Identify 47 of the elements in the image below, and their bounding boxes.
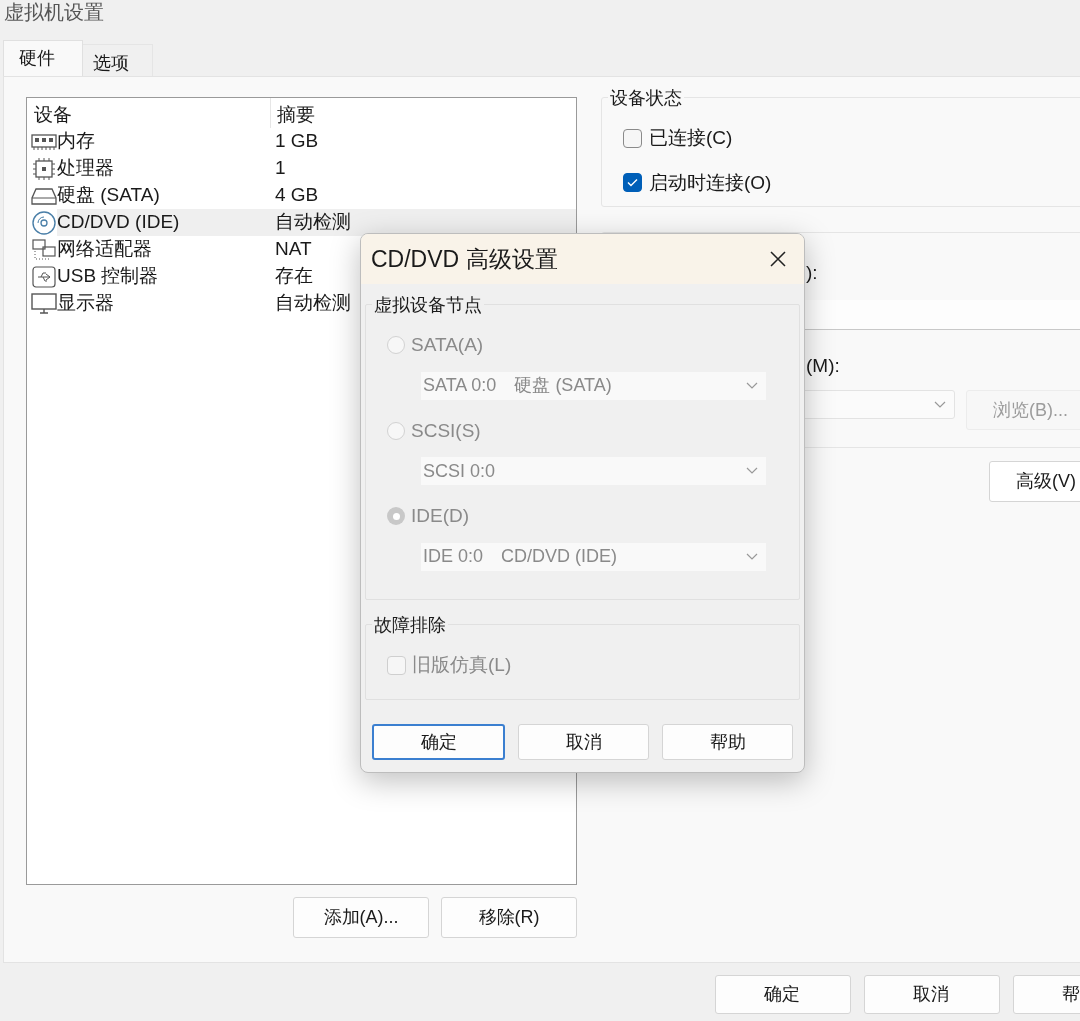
checkbox-label: 旧版仿真(L) [412, 653, 512, 677]
chevron-down-icon [934, 400, 946, 409]
list-row[interactable]: 内存 1 GB [57, 128, 576, 155]
checkbox-label: 启动时连接(O) [649, 170, 772, 195]
list-row[interactable]: 硬盘 (SATA) 4 GB [57, 182, 576, 209]
dialog-button[interactable]: 添加(A)... [293, 897, 429, 938]
advanced-button[interactable]: 高级(V) [989, 461, 1080, 502]
node-text: IDE 0:0 [423, 545, 484, 568]
node-text: SATA 0:0 [423, 374, 497, 397]
checkbox-label: 已连接(C) [649, 126, 733, 150]
column-header[interactable]: 设备 [27, 98, 271, 128]
dialog-button[interactable]: 移除(R) [441, 897, 577, 938]
disc-icon [31, 210, 57, 235]
network-icon [31, 238, 57, 261]
chevron-down-icon [746, 552, 758, 561]
usb-icon [31, 264, 57, 289]
node-text: SCSI 0:0 [423, 459, 496, 483]
list-row[interactable]: 处理器 1 [57, 155, 576, 182]
list-row[interactable]: CD/DVD (IDE) 自动检测 [57, 209, 576, 236]
radio-label: SATA(A) [411, 333, 484, 357]
dialog-button[interactable]: 取消 [518, 724, 649, 760]
chevron-down-icon [746, 381, 758, 390]
tab[interactable]: 选项 [83, 44, 153, 76]
drive-icon [31, 186, 57, 205]
dialog-button[interactable]: 帮 [1013, 975, 1080, 1014]
field-label: (M): [806, 353, 840, 378]
tab[interactable]: 硬件 [3, 40, 83, 76]
dialog-button[interactable]: 帮助 [662, 724, 793, 760]
chevron-down-icon [746, 467, 758, 475]
radio-label: IDE(D) [411, 504, 470, 528]
monitor-icon [31, 292, 57, 315]
check-icon [627, 178, 638, 188]
device-text: 硬盘 (SATA) [514, 374, 612, 397]
field-label: ): [806, 261, 818, 285]
dialog-button[interactable]: 确定 [372, 724, 505, 760]
checkbox[interactable] [623, 128, 642, 148]
radio-label: SCSI(S) [411, 418, 481, 443]
window-title: 虚拟机设置 [4, 0, 104, 24]
dialog-button[interactable]: 确定 [715, 975, 851, 1014]
checkbox[interactable] [623, 173, 642, 193]
close-icon[interactable] [770, 251, 786, 267]
dialog-title: CD/DVD 高级设置 [371, 244, 558, 274]
dialog-button[interactable]: 取消 [864, 975, 1000, 1014]
device-text: CD/DVD (IDE) [501, 545, 618, 568]
chip-icon [31, 157, 57, 180]
memory-icon [31, 132, 57, 151]
column-header[interactable]: 摘要 [271, 98, 315, 128]
